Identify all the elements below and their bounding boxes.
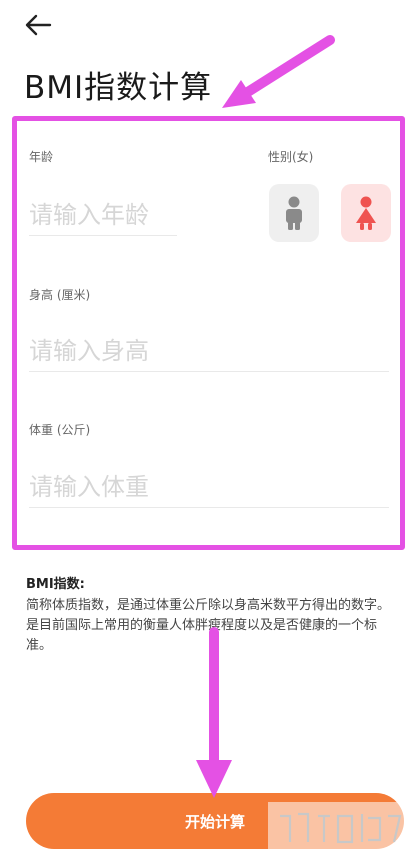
start-calculation-button[interactable]: 开始计算 <box>26 793 404 849</box>
annotation-arrow-to-form <box>222 35 335 108</box>
gender-female-button[interactable] <box>341 184 391 242</box>
page-title: BMI指数计算 <box>24 70 213 106</box>
bmi-form-card: 年龄 性别(女) 身高 (厘米) 体重 (公斤) <box>12 116 405 550</box>
weight-input[interactable] <box>29 473 389 508</box>
gender-label: 性别(女) <box>268 150 314 164</box>
age-label: 年龄 <box>29 150 54 164</box>
weight-label: 体重 (公斤) <box>29 423 91 437</box>
height-input[interactable] <box>29 337 389 372</box>
bmi-info-heading: BMI指数: <box>26 577 85 592</box>
gender-male-button[interactable] <box>269 184 319 242</box>
height-label: 身高 (厘米) <box>29 288 91 302</box>
age-input[interactable] <box>29 201 177 236</box>
bmi-info-description: 简称体质指数，是通过体重公斤除以身高米数平方得出的数字。是目前国际上常用的衡量人… <box>26 598 391 653</box>
back-arrow-icon[interactable] <box>22 10 56 40</box>
male-person-icon <box>286 196 302 230</box>
female-person-icon <box>356 196 376 230</box>
annotation-arrow-to-button <box>196 627 232 798</box>
